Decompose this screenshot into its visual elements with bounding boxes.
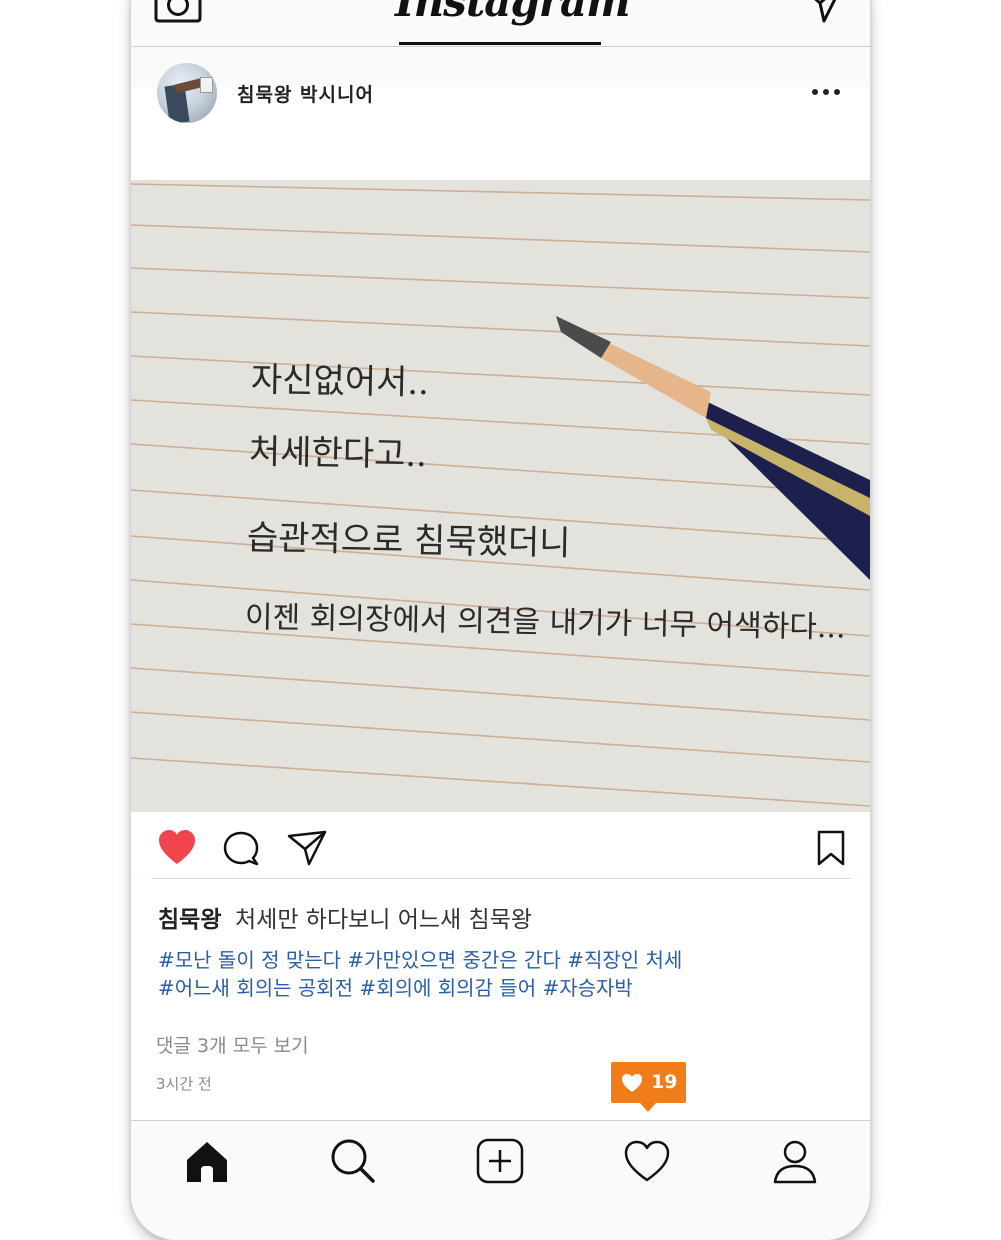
handwriting-line-1: 자신없어서.. xyxy=(250,360,430,404)
badge-heart-icon xyxy=(622,1074,642,1092)
pencil xyxy=(556,316,870,580)
top-bar: Instagram xyxy=(131,0,870,47)
heart-icon[interactable] xyxy=(157,828,197,866)
ruled-paper xyxy=(131,183,870,807)
caption-username[interactable]: 침묵왕 xyxy=(158,900,221,934)
avatar-cup xyxy=(200,77,213,93)
profile-icon[interactable] xyxy=(771,1138,819,1184)
home-icon[interactable] xyxy=(183,1138,231,1184)
avatar[interactable] xyxy=(157,63,217,123)
post-image: 자신없어서.. 처세한다고.. 습관적으로 침묵했더니 이젠 회의장에서 의견을… xyxy=(131,180,870,812)
more-icon[interactable] xyxy=(812,85,842,99)
app-logo: Instagram xyxy=(395,0,631,26)
search-icon[interactable] xyxy=(329,1138,377,1184)
handwriting-line-3: 습관적으로 침묵했더니 xyxy=(246,518,571,564)
send-icon[interactable] xyxy=(800,0,846,24)
camera-icon[interactable] xyxy=(153,0,203,24)
post-username[interactable]: 침묵왕 박시니어 xyxy=(237,80,374,107)
add-icon[interactable] xyxy=(476,1138,524,1184)
hashtags-line-1[interactable]: #모난 돌이 정 맞는다 #가만있으면 중간은 간다 #직장인 처세 xyxy=(158,946,682,974)
hashtags: #모난 돌이 정 맞는다 #가만있으면 중간은 간다 #직장인 처세 #어느새 … xyxy=(158,946,682,1002)
post-time: 3시간 전 xyxy=(156,1075,212,1093)
hashtags-line-2[interactable]: #어느새 회의는 공회전 #회의에 회의감 들어 #자승자박 xyxy=(158,974,682,1002)
phone-frame: Instagram 침묵왕 박시니어 자신없어서.. 처세한다고.. 습관적으로… xyxy=(131,0,870,1240)
view-comments-link[interactable]: 댓글 3개 모두 보기 xyxy=(156,1031,309,1058)
handwriting-line-2: 처세한다고.. xyxy=(248,432,428,476)
likes-count: 19 xyxy=(651,1071,678,1093)
comment-icon[interactable] xyxy=(223,830,259,866)
logo-underline xyxy=(399,42,601,45)
share-icon[interactable] xyxy=(287,830,327,866)
activity-heart-icon[interactable] xyxy=(623,1138,671,1184)
likes-notification-badge: 19 xyxy=(611,1062,686,1112)
caption-text: 처세만 하다보니 어느새 침묵왕 xyxy=(235,907,533,933)
bookmark-icon[interactable] xyxy=(817,830,845,866)
